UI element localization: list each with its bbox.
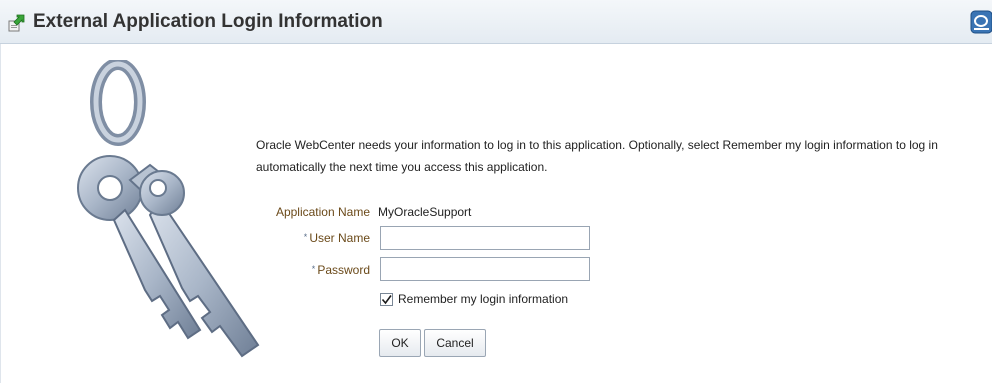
application-name-label: Application Name (275, 205, 370, 219)
user-name-label-text: User Name (309, 231, 370, 245)
remember-checkbox[interactable] (380, 293, 393, 306)
green-arrow-app-icon (8, 14, 25, 32)
user-name-input[interactable] (380, 226, 590, 250)
remember-label[interactable]: Remember my login information (398, 292, 568, 306)
user-name-label: * User Name (240, 231, 370, 245)
intro-text: Oracle WebCenter needs your information … (256, 138, 938, 174)
cancel-button[interactable]: Cancel (424, 329, 486, 357)
password-input[interactable] (380, 257, 590, 281)
password-label-text: Password (317, 263, 370, 277)
oracle-panel-icon[interactable] (970, 10, 992, 34)
application-name-value: MyOracleSupport (378, 205, 472, 219)
required-marker: * (303, 232, 308, 242)
page-header: External Application Login Information (0, 0, 992, 44)
ok-button[interactable]: OK (379, 329, 421, 357)
password-label: * Password (240, 263, 370, 277)
checkmark-icon (381, 295, 392, 305)
page-title: External Application Login Information (33, 11, 383, 32)
required-marker: * (311, 264, 316, 274)
